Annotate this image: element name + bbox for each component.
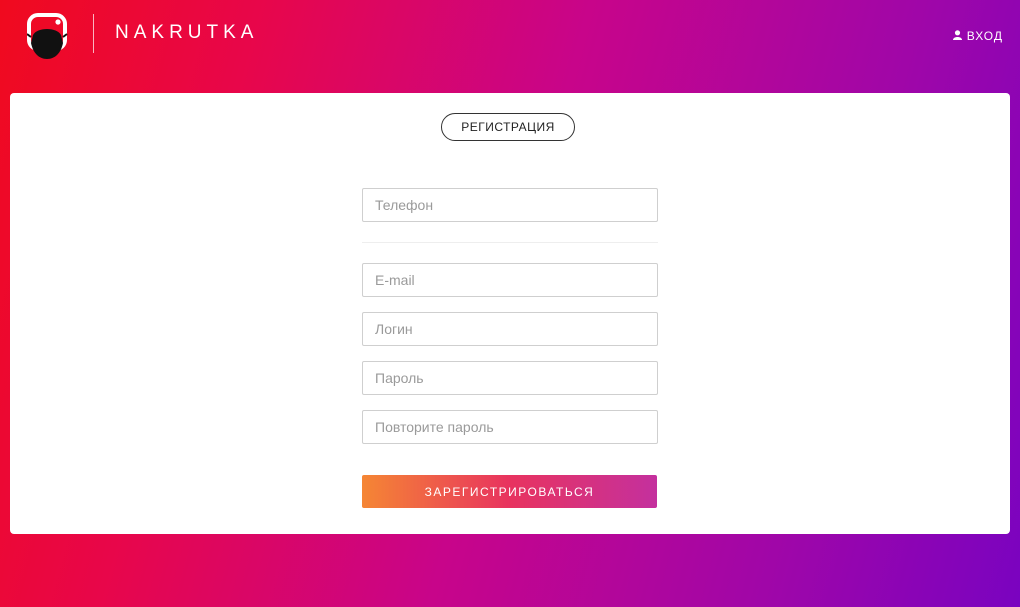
header-divider <box>93 14 94 53</box>
logo-icon[interactable] <box>26 13 69 61</box>
header: NAKRUTKA ВХОД <box>0 0 1020 75</box>
form-separator <box>362 242 658 243</box>
user-icon <box>952 29 962 43</box>
registration-card: РЕГИСТРАЦИЯ ЗАРЕГИСТРИРОВАТЬСЯ <box>10 93 1010 534</box>
brand-name: NAKRUTKA <box>115 22 259 43</box>
email-input[interactable] <box>362 263 658 297</box>
login-label: ВХОД <box>966 29 1003 43</box>
tab-registration[interactable]: РЕГИСТРАЦИЯ <box>441 113 575 141</box>
repeat-password-input[interactable] <box>362 410 658 444</box>
login-input[interactable] <box>362 312 658 346</box>
login-link[interactable]: ВХОД <box>952 29 1003 43</box>
register-button[interactable]: ЗАРЕГИСТРИРОВАТЬСЯ <box>362 475 657 508</box>
password-input[interactable] <box>362 361 658 395</box>
phone-input[interactable] <box>362 188 658 222</box>
